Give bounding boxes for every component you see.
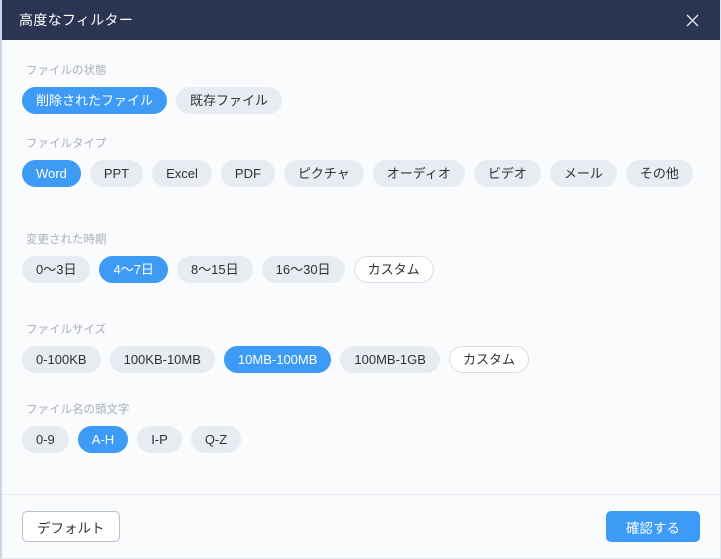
section-label-file-type: ファイルタイプ: [26, 138, 107, 150]
section-label-modified-time: 変更された時期: [26, 234, 107, 246]
filter-pill-ppt[interactable]: PPT: [89, 160, 144, 187]
filter-pill-16-30-days[interactable]: 16〜30日: [261, 256, 345, 283]
filter-pill-other[interactable]: その他: [625, 160, 693, 187]
section-label-filename-initial: ファイル名の頭文字: [26, 404, 130, 416]
filter-pill-excel[interactable]: Excel: [152, 160, 212, 187]
filter-pill-4-7-days[interactable]: 4〜7日: [99, 256, 168, 283]
close-icon[interactable]: [678, 6, 706, 34]
section-label-file-size: ファイルサイズ: [26, 324, 107, 336]
filter-pill-picture[interactable]: ピクチャ: [283, 160, 364, 187]
filter-pill-a-h[interactable]: A-H: [77, 426, 129, 453]
filter-pill-deleted-files[interactable]: 削除されたファイル: [22, 87, 168, 114]
filter-pill-q-z[interactable]: Q-Z: [190, 426, 242, 453]
filter-pill-audio[interactable]: オーディオ: [372, 160, 465, 187]
section-file-type: ファイルタイプ Word PPT Excel PDF ピクチャ オーディオ ビデ…: [22, 135, 700, 187]
pill-row-file-type: Word PPT Excel PDF ピクチャ オーディオ ビデオ メール その…: [22, 160, 700, 187]
dialog-titlebar: 高度なフィルター: [2, 0, 720, 40]
filter-pill-mail[interactable]: メール: [549, 160, 617, 187]
advanced-filter-dialog: 高度なフィルター ファイルの状態 削除されたファイル 既存ファイル ファイルタイ…: [0, 0, 721, 559]
section-file-status: ファイルの状態 削除されたファイル 既存ファイル: [22, 62, 700, 114]
filter-pill-custom-time[interactable]: カスタム: [353, 256, 434, 283]
filter-pill-8-15-days[interactable]: 8〜15日: [176, 256, 253, 283]
filter-options-body: ファイルの状態 削除されたファイル 既存ファイル ファイルタイプ Word PP…: [2, 40, 720, 494]
filter-pill-100kb-10mb[interactable]: 100KB-10MB: [109, 346, 215, 373]
section-filename-initial: ファイル名の頭文字 0-9 A-H I-P Q-Z: [22, 401, 700, 453]
filter-pill-0-3-days[interactable]: 0〜3日: [22, 256, 91, 283]
dialog-title: 高度なフィルター: [19, 12, 134, 28]
filter-pill-100mb-1gb[interactable]: 100MB-1GB: [340, 346, 440, 373]
filter-pill-i-p[interactable]: I-P: [137, 426, 182, 453]
confirm-button[interactable]: 確認する: [606, 511, 700, 542]
filter-pill-existing-files[interactable]: 既存ファイル: [176, 87, 283, 114]
section-file-size: ファイルサイズ 0-100KB 100KB-10MB 10MB-100MB 10…: [22, 321, 700, 373]
filter-pill-0-9[interactable]: 0-9: [22, 426, 69, 453]
default-button[interactable]: デフォルト: [22, 511, 120, 542]
section-label-file-status: ファイルの状態: [26, 65, 107, 77]
filter-pill-pdf[interactable]: PDF: [220, 160, 275, 187]
section-modified-time: 変更された時期 0〜3日 4〜7日 8〜15日 16〜30日 カスタム: [22, 231, 700, 283]
filter-pill-video[interactable]: ビデオ: [473, 160, 541, 187]
filter-pill-0-100kb[interactable]: 0-100KB: [22, 346, 101, 373]
pill-row-filename-initial: 0-9 A-H I-P Q-Z: [22, 426, 700, 453]
pill-row-file-status: 削除されたファイル 既存ファイル: [22, 87, 700, 114]
filter-pill-custom-size[interactable]: カスタム: [448, 346, 529, 373]
dialog-footer: デフォルト 確認する: [2, 494, 720, 558]
pill-row-file-size: 0-100KB 100KB-10MB 10MB-100MB 100MB-1GB …: [22, 346, 700, 373]
filter-pill-10mb-100mb[interactable]: 10MB-100MB: [223, 346, 332, 373]
pill-row-modified-time: 0〜3日 4〜7日 8〜15日 16〜30日 カスタム: [22, 256, 700, 283]
filter-pill-word[interactable]: Word: [22, 160, 81, 187]
